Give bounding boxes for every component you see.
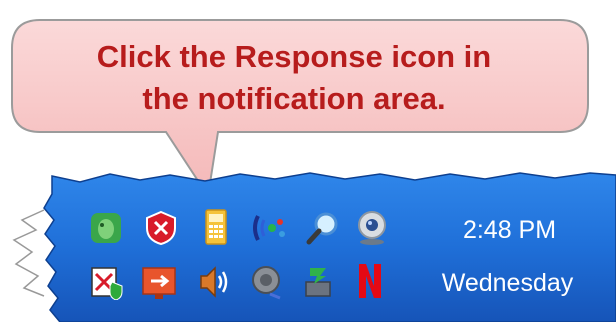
network-connection-icon[interactable] — [300, 264, 336, 300]
webcam-icon[interactable] — [352, 210, 388, 246]
wireless-signal-icon[interactable] — [250, 210, 286, 246]
volume-speaker-icon[interactable] — [195, 264, 231, 300]
clock-time[interactable]: 2:48 PM — [437, 216, 582, 245]
evernote-icon[interactable] — [88, 210, 124, 246]
search-magnifier-icon[interactable] — [305, 210, 341, 246]
callout-line-1: Click the Response icon in — [96, 39, 492, 74]
clock-day[interactable]: Wednesday — [420, 269, 595, 298]
response-phone-icon[interactable] — [198, 208, 234, 245]
antivirus-icon[interactable] — [88, 264, 124, 301]
audio-manager-icon[interactable] — [248, 264, 284, 300]
usb-device-icon[interactable] — [139, 264, 176, 300]
callout-line-2: the notification area. — [142, 81, 446, 116]
netflix-icon[interactable] — [352, 262, 388, 298]
callout-text: Click the Response icon in the notificat… — [14, 36, 574, 120]
security-shield-icon[interactable] — [143, 210, 179, 246]
